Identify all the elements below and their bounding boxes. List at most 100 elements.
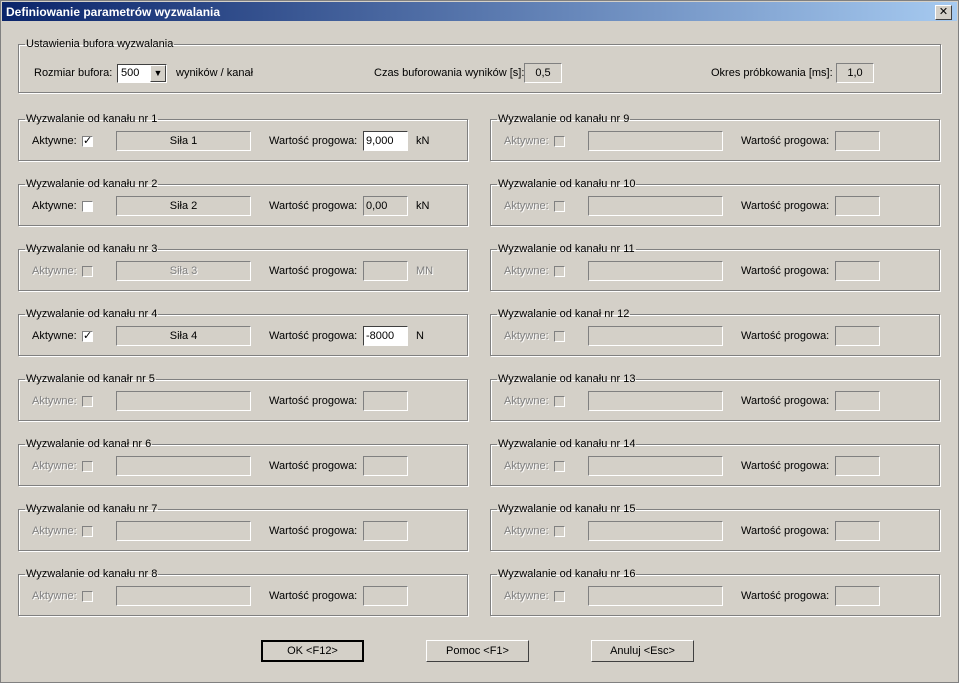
threshold-input-11[interactable] bbox=[835, 261, 880, 281]
threshold-label-9: Wartość progowa: bbox=[741, 135, 830, 147]
channel-legend-2: Wyzwalanie od kanału nr 2 bbox=[26, 178, 158, 190]
threshold-unit-2: kN bbox=[416, 200, 430, 212]
channel-name-10 bbox=[588, 196, 723, 216]
channel-legend-13: Wyzwalanie od kanału nr 13 bbox=[498, 373, 636, 385]
cancel-button[interactable]: Anuluj <Esc> bbox=[591, 640, 694, 662]
channel-name-13 bbox=[588, 391, 723, 411]
title-bar[interactable]: Definiowanie parametrów wyzwalania ✕ bbox=[2, 2, 957, 21]
sampling-period-value: 1,0 bbox=[836, 63, 874, 83]
threshold-input-6[interactable] bbox=[363, 456, 408, 476]
active-label-10: Aktywne: bbox=[504, 200, 549, 212]
ok-button[interactable]: OK <F12> bbox=[261, 640, 364, 662]
threshold-label-11: Wartość progowa: bbox=[741, 265, 830, 277]
active-checkbox-14[interactable] bbox=[554, 461, 565, 472]
channel-legend-6: Wyzwalanie od kanał nr 6 bbox=[26, 438, 152, 450]
threshold-label-10: Wartość progowa: bbox=[741, 200, 830, 212]
active-checkbox-11[interactable] bbox=[554, 266, 565, 277]
active-label-5: Aktywne: bbox=[32, 395, 77, 407]
threshold-input-13[interactable] bbox=[835, 391, 880, 411]
threshold-input-4[interactable]: -8000 bbox=[363, 326, 408, 346]
active-checkbox-16[interactable] bbox=[554, 591, 565, 602]
threshold-input-2[interactable]: 0,00 bbox=[363, 196, 408, 216]
threshold-label-14: Wartość progowa: bbox=[741, 460, 830, 472]
threshold-label-2: Wartość progowa: bbox=[269, 200, 358, 212]
chevron-down-icon[interactable]: ▼ bbox=[150, 65, 166, 82]
channel-legend-9: Wyzwalanie od kanału nr 9 bbox=[498, 113, 630, 125]
active-label-9: Aktywne: bbox=[504, 135, 549, 147]
channel-name-15 bbox=[588, 521, 723, 541]
buffer-settings-legend: Ustawienia bufora wyzwalania bbox=[26, 38, 174, 50]
channel-legend-16: Wyzwalanie od kanału nr 16 bbox=[498, 568, 636, 580]
threshold-input-16[interactable] bbox=[835, 586, 880, 606]
threshold-label-8: Wartość progowa: bbox=[269, 590, 358, 602]
channel-name-4: Siła 4 bbox=[116, 326, 251, 346]
active-checkbox-7[interactable] bbox=[82, 526, 93, 537]
channel-legend-15: Wyzwalanie od kanału nr 15 bbox=[498, 503, 636, 515]
active-checkbox-6[interactable] bbox=[82, 461, 93, 472]
channel-name-14 bbox=[588, 456, 723, 476]
channel-legend-5: Wyzwalanie od kanałr nr 5 bbox=[26, 373, 155, 385]
active-checkbox-2[interactable] bbox=[82, 201, 93, 212]
window-title: Definiowanie parametrów wyzwalania bbox=[6, 5, 221, 19]
threshold-input-3[interactable] bbox=[363, 261, 408, 281]
threshold-input-5[interactable] bbox=[363, 391, 408, 411]
channel-legend-3: Wyzwalanie od kanału nr 3 bbox=[26, 243, 158, 255]
threshold-input-1[interactable]: 9,000 bbox=[363, 131, 408, 151]
buffer-size-select[interactable]: 500 ▼ bbox=[117, 64, 167, 83]
threshold-label-15: Wartość progowa: bbox=[741, 525, 830, 537]
active-checkbox-5[interactable] bbox=[82, 396, 93, 407]
threshold-input-7[interactable] bbox=[363, 521, 408, 541]
threshold-input-10[interactable] bbox=[835, 196, 880, 216]
active-label-16: Aktywne: bbox=[504, 590, 549, 602]
active-label-12: Aktywne: bbox=[504, 330, 549, 342]
channel-name-8 bbox=[116, 586, 251, 606]
channel-name-7 bbox=[116, 521, 251, 541]
threshold-label-4: Wartość progowa: bbox=[269, 330, 358, 342]
threshold-label-3: Wartość progowa: bbox=[269, 265, 358, 277]
active-checkbox-13[interactable] bbox=[554, 396, 565, 407]
threshold-input-14[interactable] bbox=[835, 456, 880, 476]
threshold-unit-3: MN bbox=[416, 265, 434, 277]
channel-name-6 bbox=[116, 456, 251, 476]
channel-name-12 bbox=[588, 326, 723, 346]
close-icon[interactable]: ✕ bbox=[935, 5, 952, 20]
channel-name-9 bbox=[588, 131, 723, 151]
threshold-label-7: Wartość progowa: bbox=[269, 525, 358, 537]
active-label-2: Aktywne: bbox=[32, 200, 77, 212]
channel-legend-14: Wyzwalanie od kanału nr 14 bbox=[498, 438, 636, 450]
threshold-input-9[interactable] bbox=[835, 131, 880, 151]
buffer-size-unit: wyników / kanał bbox=[176, 67, 254, 79]
active-label-15: Aktywne: bbox=[504, 525, 549, 537]
threshold-input-15[interactable] bbox=[835, 521, 880, 541]
active-checkbox-12[interactable] bbox=[554, 331, 565, 342]
channel-legend-10: Wyzwalanie od kanału nr 10 bbox=[498, 178, 636, 190]
active-checkbox-3[interactable] bbox=[82, 266, 93, 277]
threshold-input-8[interactable] bbox=[363, 586, 408, 606]
active-checkbox-4[interactable]: ✓ bbox=[82, 331, 93, 342]
threshold-label-6: Wartość progowa: bbox=[269, 460, 358, 472]
active-label-13: Aktywne: bbox=[504, 395, 549, 407]
active-checkbox-8[interactable] bbox=[82, 591, 93, 602]
active-label-11: Aktywne: bbox=[504, 265, 549, 277]
active-label-6: Aktywne: bbox=[32, 460, 77, 472]
active-checkbox-10[interactable] bbox=[554, 201, 565, 212]
active-checkbox-15[interactable] bbox=[554, 526, 565, 537]
active-checkbox-1[interactable]: ✓ bbox=[82, 136, 93, 147]
threshold-input-12[interactable] bbox=[835, 326, 880, 346]
threshold-label-5: Wartość progowa: bbox=[269, 395, 358, 407]
active-label-8: Aktywne: bbox=[32, 590, 77, 602]
channel-legend-4: Wyzwalanie od kanału nr 4 bbox=[26, 308, 158, 320]
threshold-label-13: Wartość progowa: bbox=[741, 395, 830, 407]
active-label-14: Aktywne: bbox=[504, 460, 549, 472]
channel-legend-11: Wyzwalanie od kanału nr 11 bbox=[498, 243, 635, 255]
channel-name-1: Siła 1 bbox=[116, 131, 251, 151]
active-label-1: Aktywne: bbox=[32, 135, 77, 147]
help-button[interactable]: Pomoc <F1> bbox=[426, 640, 529, 662]
active-checkbox-9[interactable] bbox=[554, 136, 565, 147]
active-label-4: Aktywne: bbox=[32, 330, 77, 342]
threshold-label-16: Wartość progowa: bbox=[741, 590, 830, 602]
buffer-size-label: Rozmiar bufora: bbox=[34, 67, 113, 79]
threshold-label-1: Wartość progowa: bbox=[269, 135, 358, 147]
channel-legend-8: Wyzwalanie od kanału nr 8 bbox=[26, 568, 158, 580]
channel-legend-12: Wyzwalanie od kanał nr 12 bbox=[498, 308, 630, 320]
